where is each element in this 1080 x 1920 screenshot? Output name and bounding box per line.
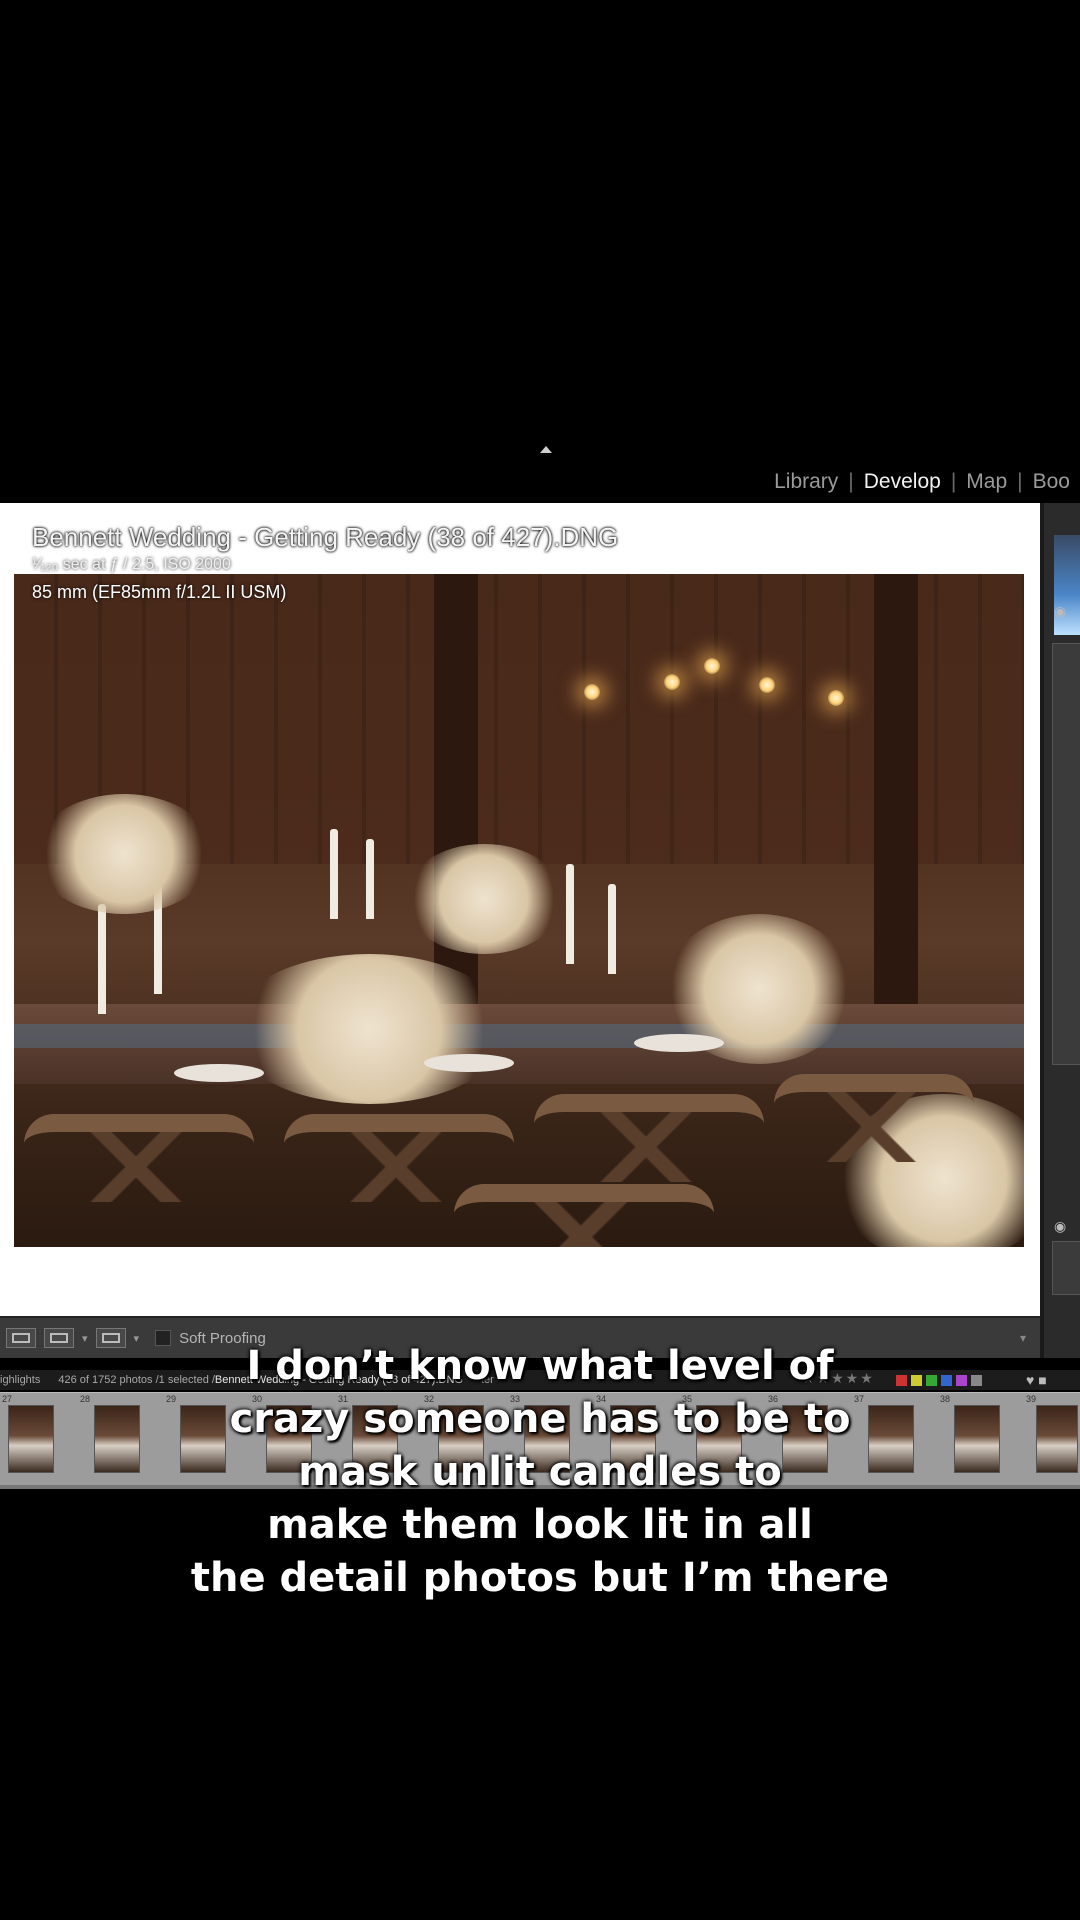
panel-content bbox=[1052, 643, 1080, 1065]
photo-bulb bbox=[584, 684, 600, 700]
photo-candle bbox=[330, 829, 338, 919]
caption-line: crazy someone has to be to bbox=[229, 1396, 851, 1442]
photo-info-filename: Bennett Wedding - Getting Ready (38 of 4… bbox=[32, 522, 619, 552]
photo-beam bbox=[874, 574, 918, 1004]
photo-candle bbox=[608, 884, 616, 974]
photo-plate bbox=[174, 1064, 264, 1082]
photo-runner bbox=[14, 1024, 1024, 1048]
module-picker: Library | Develop | Map | Boo bbox=[764, 462, 1080, 502]
photo-chair bbox=[534, 1094, 764, 1182]
photo-info-exposure: ¹⁄₁₂₀ sec at ƒ / 2.5, ISO 2000 bbox=[32, 556, 231, 573]
photo-candle bbox=[366, 839, 374, 919]
photo-chair bbox=[24, 1114, 254, 1202]
photo-bulb bbox=[759, 677, 775, 693]
histogram[interactable] bbox=[1054, 535, 1080, 635]
photo-bulb bbox=[664, 674, 680, 690]
photo-pampas bbox=[404, 844, 564, 954]
photo-plate bbox=[424, 1054, 514, 1072]
caption-line: make them look lit in all bbox=[267, 1502, 813, 1548]
module-library[interactable]: Library bbox=[764, 470, 848, 494]
module-map[interactable]: Map bbox=[956, 470, 1017, 494]
video-caption: I don’t know what level of crazy someone… bbox=[0, 1340, 1080, 1605]
eye-icon[interactable]: ◉ bbox=[1054, 603, 1066, 620]
right-develop-panel: ◉ ◉ bbox=[1040, 503, 1080, 1358]
photo-candle bbox=[566, 864, 574, 964]
photo-info-lens: 85 mm (EF85mm f/1.2L II USM) bbox=[32, 582, 287, 602]
photo-plate bbox=[634, 1034, 724, 1052]
panel-checkbox-area[interactable] bbox=[1052, 1241, 1080, 1295]
collapse-top-panel-arrow[interactable] bbox=[540, 446, 552, 453]
photo-bulb bbox=[828, 690, 844, 706]
module-develop[interactable]: Develop bbox=[854, 470, 951, 494]
caption-line: the detail photos but I’m there bbox=[190, 1555, 890, 1601]
photo-pampas bbox=[34, 794, 214, 914]
caption-line: I don’t know what level of bbox=[246, 1343, 834, 1389]
photo-bulb bbox=[704, 658, 720, 674]
module-book[interactable]: Boo bbox=[1023, 470, 1080, 494]
photo-chair bbox=[774, 1074, 974, 1162]
main-photo[interactable] bbox=[14, 574, 1024, 1247]
eye-icon[interactable]: ◉ bbox=[1054, 1218, 1066, 1235]
caption-line: mask unlit candles to bbox=[298, 1449, 782, 1495]
photo-chair bbox=[454, 1184, 714, 1247]
photo-candle bbox=[98, 904, 106, 1014]
photo-pampas bbox=[229, 954, 509, 1104]
